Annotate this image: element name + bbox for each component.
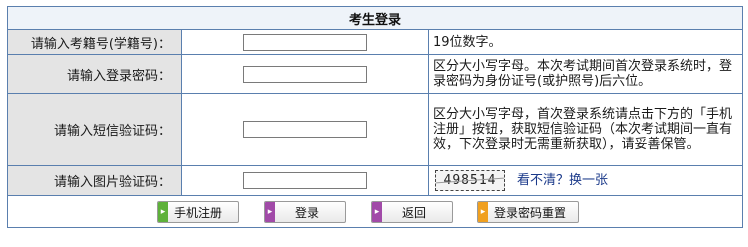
form-title: 考生登录 (7, 6, 743, 30)
reset-password-button[interactable]: ▸ 登录密码重置 (477, 201, 579, 223)
phone-register-button[interactable]: ▸ 手机注册 (157, 201, 239, 223)
password-hint: 区分大小写字母。本次考试期间首次登录系统时，登录密码为身份证号(或护照号)后六位… (428, 54, 743, 94)
triangle-right-icon: ▸ (158, 202, 168, 222)
refresh-captcha-link[interactable]: 看不清？换一张 (517, 173, 608, 188)
back-button[interactable]: ▸ 返回 (371, 201, 453, 223)
reset-password-label: 登录密码重置 (494, 205, 567, 220)
triangle-right-icon: ▸ (265, 202, 275, 222)
login-button[interactable]: ▸ 登录 (264, 201, 346, 223)
image-code-label: 请输入图片验证码： (7, 165, 182, 196)
sms-code-label: 请输入短信验证码： (7, 93, 182, 166)
login-form-table: 考生登录 请输入考籍号(学籍号)： 19位数字。 请输入登录密码： 区分大小写字… (7, 6, 743, 228)
password-input[interactable] (243, 65, 367, 83)
password-label: 请输入登录密码： (7, 54, 182, 94)
image-code-input[interactable] (243, 172, 367, 189)
sms-code-hint: 区分大小写字母，首次登录系统请点击下方的「手机注册」按钮，获取短信验证码（本次考… (428, 93, 743, 166)
triangle-right-icon: ▸ (478, 202, 488, 222)
button-bar: ▸ 手机注册 ▸ 登录 ▸ 返回 ▸ 登录密码重置 (8, 196, 742, 227)
captcha-image[interactable]: 498514 (435, 170, 505, 191)
exam-id-label: 请输入考籍号(学籍号)： (7, 29, 182, 55)
triangle-right-icon: ▸ (372, 202, 382, 222)
phone-register-label: 手机注册 (174, 205, 223, 220)
back-label: 返回 (402, 205, 427, 220)
login-label: 登录 (295, 205, 320, 220)
exam-id-hint: 19位数字。 (428, 29, 743, 55)
sms-code-input[interactable] (243, 121, 367, 138)
exam-id-input[interactable] (243, 33, 367, 51)
